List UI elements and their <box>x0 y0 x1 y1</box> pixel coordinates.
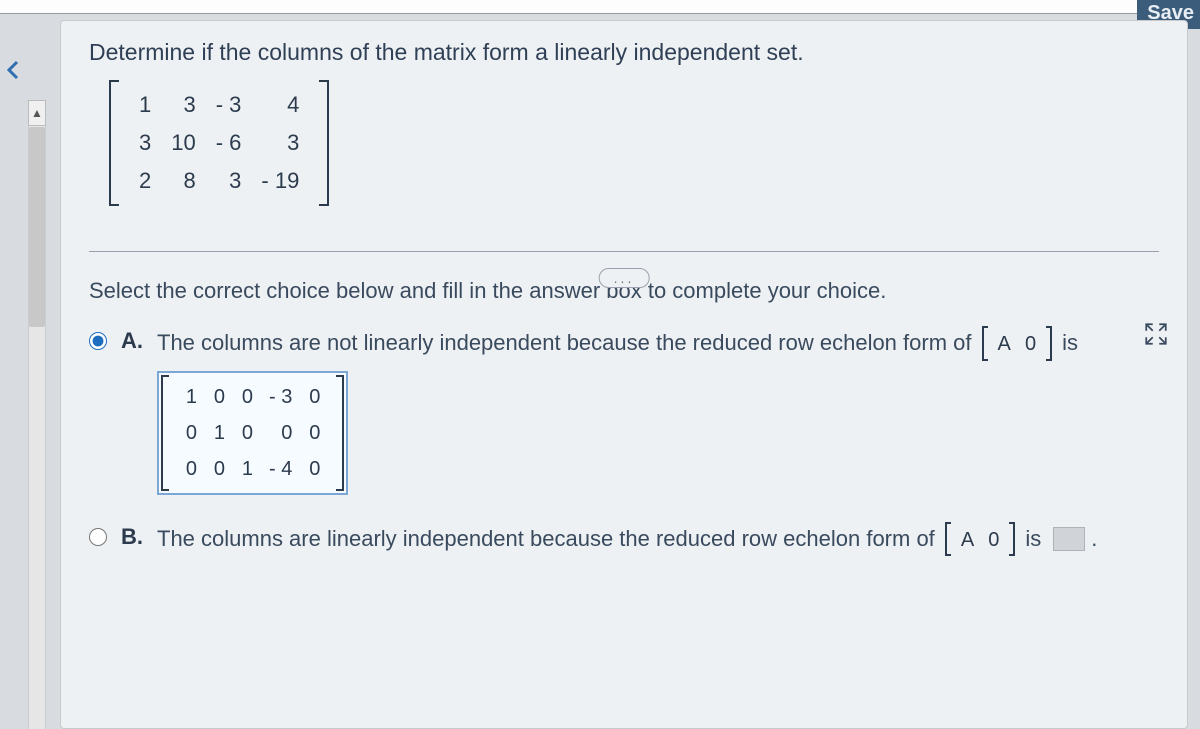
scrollbar-thumb[interactable] <box>29 127 45 327</box>
choice-a-text-before: The columns are not linearly independent… <box>157 328 972 359</box>
a-2-3: - 4 <box>261 451 300 487</box>
m-2-3: - 19 <box>251 162 309 200</box>
m-1-1: 10 <box>161 124 205 162</box>
a-1-0: 0 <box>177 415 205 451</box>
expand-icon[interactable] <box>1143 321 1169 347</box>
m-0-3: 4 <box>251 86 309 124</box>
m-0-1: 3 <box>161 86 205 124</box>
a-2-0: 0 <box>177 451 205 487</box>
back-arrow-icon[interactable] <box>2 50 26 90</box>
question-text: Determine if the columns of the matrix f… <box>89 39 1159 66</box>
inline-a-0: A <box>994 333 1015 355</box>
m-0-2: - 3 <box>206 86 252 124</box>
choice-a-text-after: is <box>1062 328 1078 359</box>
answer-matrix-a[interactable]: 1 0 0 - 3 0 0 1 0 0 0 0 <box>157 371 348 495</box>
a-2-2: 1 <box>233 451 261 487</box>
inline-a-1: 0 <box>1021 333 1040 355</box>
a-0-1: 0 <box>205 379 233 415</box>
inline-matrix-a: A 0 <box>982 326 1053 361</box>
a-2-1: 0 <box>205 451 233 487</box>
inline-b-1: 0 <box>984 529 1003 551</box>
choice-b-label: B. <box>121 524 143 550</box>
given-matrix: 1 3 - 3 4 3 10 - 6 3 2 8 3 - 19 <box>109 80 329 206</box>
choice-b-text-after: is <box>1025 524 1041 555</box>
m-2-2: 3 <box>206 162 252 200</box>
a-0-0: 1 <box>177 379 205 415</box>
m-1-0: 3 <box>129 124 161 162</box>
m-1-2: - 6 <box>206 124 252 162</box>
ellipsis-badge[interactable]: ... <box>599 268 650 288</box>
answer-blank-b[interactable] <box>1053 527 1085 551</box>
inline-b-0: A <box>957 529 978 551</box>
a-1-4: 0 <box>300 415 328 451</box>
radio-b[interactable] <box>89 528 107 546</box>
a-0-4: 0 <box>300 379 328 415</box>
radio-a[interactable] <box>89 332 107 350</box>
a-1-3: 0 <box>261 415 300 451</box>
separator <box>89 251 1159 252</box>
m-1-3: 3 <box>251 124 309 162</box>
m-0-0: 1 <box>129 86 161 124</box>
a-1-1: 1 <box>205 415 233 451</box>
a-2-4: 0 <box>300 451 328 487</box>
question-panel: Determine if the columns of the matrix f… <box>60 20 1188 729</box>
a-0-2: 0 <box>233 379 261 415</box>
m-2-1: 8 <box>161 162 205 200</box>
a-1-2: 0 <box>233 415 261 451</box>
top-bar <box>0 0 1200 14</box>
choice-b-text-before: The columns are linearly independent bec… <box>157 524 935 555</box>
choice-a-label: A. <box>121 328 143 354</box>
bracket-right <box>319 80 329 206</box>
scroll-up-button[interactable]: ▲ <box>28 100 46 126</box>
choice-a: A. The columns are not linearly independ… <box>89 326 1159 500</box>
bracket-left <box>109 80 119 206</box>
m-2-0: 2 <box>129 162 161 200</box>
choice-b: B. The columns are linearly independent … <box>89 522 1159 557</box>
inline-matrix-b: A 0 <box>945 522 1016 557</box>
period: . <box>1091 524 1097 555</box>
a-0-3: - 3 <box>261 379 300 415</box>
